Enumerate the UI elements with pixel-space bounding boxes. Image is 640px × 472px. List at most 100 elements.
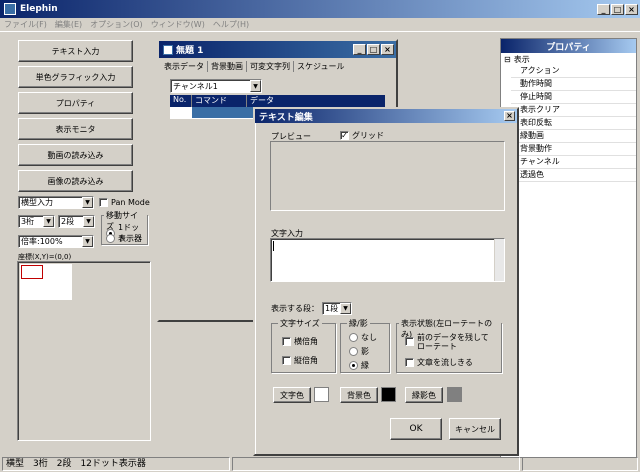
text-color-button[interactable]: 文字色 [273,387,311,403]
col-command[interactable]: コマンド [192,95,247,107]
text-scrollbar[interactable] [494,239,504,281]
doc-maximize-button[interactable]: □ [367,44,380,55]
menu-bar: ファイル(F) 編集(E) オプション(O) ウィンドウ(W) ヘルプ(H) [0,18,640,32]
preview-area [270,141,505,211]
menu-window[interactable]: ウィンドウ(W) [151,19,205,30]
move-size-group: 移動サイズ 1ドット 表示器 [101,210,148,245]
font-size-label: 文字サイズ [278,318,322,329]
load-image-button[interactable]: 画像の読み込み [18,170,133,192]
pan-mode-checkbox[interactable] [99,198,108,207]
tab-bg-video[interactable]: 背景動画 [208,60,247,72]
doc-close-button[interactable]: × [381,44,394,55]
wide-checkbox[interactable] [282,337,291,346]
cursor-box [21,265,43,279]
display-lines-label: 表示する段： [271,304,319,313]
lines-select[interactable]: 2段 ▼ [58,215,95,228]
list-item[interactable]: チャンネル [511,156,636,169]
properties-panel: プロパティ ⊟ 表示 アクション 動作時間 停止時間 表示クリア 表印反転 縁動… [500,38,637,458]
edge-none-label: なし [361,333,377,342]
status-bar: 横型 3桁 2段 12ドット表示器 [0,456,640,472]
mono-graphic-button[interactable]: 単色グラフィック入力 [18,66,133,88]
tab-variable-text[interactable]: 可変文字列 [247,60,294,72]
menu-help[interactable]: ヘルプ(H) [213,19,249,30]
display-lines-select[interactable]: 1段 ▼ [322,302,352,315]
grid-checkbox[interactable]: ✓ [340,131,349,140]
app-icon [4,3,16,15]
tall-checkbox[interactable] [282,356,291,365]
list-item[interactable]: 表印反転 [511,117,636,130]
edge-shadow-label: 縁/影 [347,318,370,329]
tab-schedule[interactable]: スケジュール [294,61,347,72]
edge-shadow-option-label: 影 [361,347,369,356]
text-input-button[interactable]: テキスト入力 [18,40,133,62]
dialog-close-button[interactable]: × [504,111,515,121]
list-item[interactable]: 背景動作 [511,143,636,156]
display-state-group: 表示状態(左ローテートのみ) 前のデータを残してローテート 文章を流しきる [396,318,502,373]
tree-root: 表示 [513,54,530,64]
move-display-label: 表示器 [118,234,142,243]
property-button[interactable]: プロパティ [18,92,133,114]
app-title-bar: Elephin _ □ × [0,0,640,18]
status-pane-3 [522,457,638,471]
preview-canvas-frame [17,261,151,441]
edge-color-button[interactable]: 縁影色 [405,387,443,403]
document-title-bar: 無題 1 _ □ × [159,41,396,58]
display-type-select[interactable]: 横型入力 ▼ [18,196,94,209]
tall-label: 縦倍角 [294,356,318,365]
list-item[interactable]: 停止時間 [511,91,636,104]
status-text: 横型 3桁 2段 12ドット表示器 [2,457,230,471]
list-item[interactable]: 透過色 [511,169,636,182]
text-input-area[interactable] [270,238,505,282]
property-list: アクション 動作時間 停止時間 表示クリア 表印反転 縁動画 背景動作 チャンネ… [501,65,636,182]
menu-file[interactable]: ファイル(F) [4,19,47,30]
wide-label: 横倍角 [294,337,318,346]
cancel-button[interactable]: キャンセル [449,418,501,440]
pan-mode-label: Pan Mode [111,198,150,207]
menu-options[interactable]: オプション(O) [90,19,143,30]
tree-collapse-icon[interactable]: ⊟ [504,55,511,64]
text-caret [273,241,274,251]
col-data[interactable]: データ [247,95,385,107]
edge-outline-label: 縁 [361,361,369,370]
move-display-radio[interactable] [106,234,115,243]
doc-minimize-button[interactable]: _ [353,44,366,55]
edge-shadow-radio[interactable] [349,347,358,356]
bg-color-button[interactable]: 背景色 [340,387,378,403]
minimize-button[interactable]: _ [597,3,610,15]
app-title: Elephin [20,4,58,14]
list-item[interactable]: 動作時間 [511,78,636,91]
list-item[interactable]: アクション [511,65,636,78]
tab-display-data[interactable]: 表示データ [161,60,208,72]
font-size-group: 文字サイズ 横倍角 縦倍角 [271,318,336,373]
zoom-select[interactable]: 倍率:100% ▼ [18,235,94,248]
flow-label: 文章を流しきる [417,358,473,367]
keep-prev-label: 前のデータを残してローテート [417,333,489,351]
edge-outline-radio[interactable] [349,361,358,370]
edge-color-swatch[interactable] [447,387,462,402]
grid-label: グリッド [352,131,384,140]
keep-prev-checkbox[interactable] [405,337,414,346]
maximize-button[interactable]: □ [611,3,624,15]
document-title: 無題 1 [176,46,204,56]
channel-select[interactable]: チャンネル1 ▼ [170,79,262,93]
text-color-swatch[interactable] [314,387,329,402]
edge-none-radio[interactable] [349,333,358,342]
list-item[interactable]: 縁動画 [511,130,636,143]
edge-shadow-group: 縁/影 なし 影 縁 [340,318,390,373]
flow-checkbox[interactable] [405,358,414,367]
list-item[interactable]: 表示クリア [511,104,636,117]
digits-select[interactable]: 3桁 ▼ [18,215,55,228]
dialog-title: テキスト編集 [259,112,313,123]
properties-title: プロパティ [501,39,636,53]
doc-icon [163,44,173,55]
status-pane-2 [232,457,520,471]
display-monitor-button[interactable]: 表示モニタ [18,118,133,140]
text-edit-dialog: テキスト編集 × プレビュー ✓ グリッド 文字入力 表示する段： 1段 ▼ 文字… [253,107,519,456]
dialog-title-bar: テキスト編集 × [255,109,517,123]
bg-color-swatch[interactable] [381,387,396,402]
menu-edit[interactable]: 編集(E) [55,19,82,30]
ok-button[interactable]: OK [390,418,442,440]
close-button[interactable]: × [625,3,638,15]
load-video-button[interactable]: 動画の読み込み [18,144,133,166]
col-no[interactable]: No. [170,95,192,107]
